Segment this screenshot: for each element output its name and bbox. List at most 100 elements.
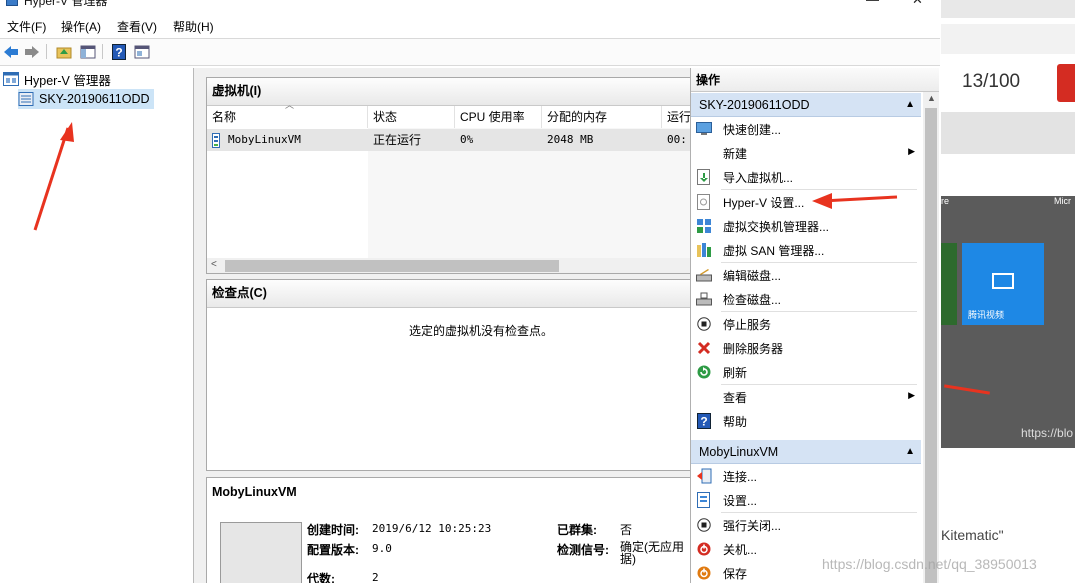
action-label: 强行关闭... — [723, 518, 782, 533]
action-label: 快速创建... — [723, 122, 782, 137]
action-connect[interactable]: 连接... — [691, 464, 921, 488]
action-quick-create[interactable]: 快速创建... — [691, 117, 921, 141]
action-view[interactable]: 查看 ▶ — [691, 385, 921, 409]
column-header-name[interactable]: 名称 — [207, 106, 368, 128]
field-value-clustered: 否 — [620, 523, 633, 537]
field-value-created: 2019/6/12 10:25:23 — [372, 522, 492, 535]
background-toolbar — [941, 24, 1075, 54]
action-vm-settings[interactable]: 设置... — [691, 488, 921, 512]
action-label: 虚拟交换机管理器... — [723, 219, 830, 234]
title-bar: Hyper-V 管理器 — ✕ — [0, 0, 940, 10]
details-panel-title: MobyLinuxVM — [207, 478, 691, 505]
vm-icon — [212, 133, 220, 148]
section-header-vm[interactable]: MobyLinuxVM ▲ — [691, 440, 921, 464]
import-icon — [697, 169, 710, 185]
column-header-state[interactable]: 状态 — [368, 106, 455, 128]
app-icon — [6, 0, 18, 6]
action-label: 关机... — [723, 542, 758, 557]
properties-icon[interactable] — [133, 43, 151, 60]
tree-server-node[interactable]: SKY-20190611ODD — [18, 89, 154, 109]
action-label: 设置... — [723, 493, 758, 508]
video-app-tile[interactable]: 腾讯视频 — [962, 243, 1044, 325]
horizontal-scrollbar[interactable]: < — [207, 258, 691, 273]
settings-page-icon — [697, 492, 710, 508]
field-label-created: 创建时间: — [307, 523, 359, 537]
action-label: 编辑磁盘... — [723, 268, 782, 283]
edit-disk-icon — [696, 269, 712, 282]
column-header-cpu[interactable]: CPU 使用率 — [455, 106, 542, 128]
svg-text:?: ? — [700, 415, 707, 429]
game-tile[interactable] — [941, 243, 957, 325]
red-button[interactable] — [1057, 64, 1075, 102]
hyperv-manager-icon — [3, 72, 19, 86]
virtual-machines-panel: 虚拟机(I) ︿ 名称 状态 CPU 使用率 分配的内存 运行 MobyLinu… — [206, 77, 692, 274]
field-value-heartbeat: 确定(无应用 据) — [620, 540, 684, 566]
action-label: 查看 — [723, 390, 748, 405]
tree-root[interactable]: Hyper-V 管理器 — [3, 69, 111, 89]
scrollbar-thumb[interactable] — [225, 260, 559, 272]
tile-label-2: Micr — [1054, 196, 1071, 206]
actions-vertical-scrollbar[interactable]: ▲ — [923, 92, 939, 583]
scroll-left-icon[interactable]: < — [211, 259, 217, 270]
url-fragment: https://blo — [1021, 426, 1074, 440]
background-browser-page: 13/100 re Micr 腾讯视频 https://blo Kitemati… — [941, 0, 1075, 583]
minimize-button[interactable]: — — [866, 0, 879, 7]
collapse-caret-icon[interactable]: ▲ — [905, 440, 915, 464]
action-stop-service[interactable]: 停止服务 — [691, 312, 921, 336]
vm-uptime: 00: — [667, 133, 687, 146]
action-label: 虚拟 SAN 管理器... — [723, 243, 825, 258]
vm-name: MobyLinuxVM — [228, 133, 301, 146]
menu-bar: 文件(F) 操作(A) 查看(V) 帮助(H) — [0, 14, 940, 38]
action-virtual-switch-manager[interactable]: 虚拟交换机管理器... — [691, 214, 921, 238]
menu-view[interactable]: 查看(V) — [116, 18, 158, 35]
menu-action[interactable]: 操作(A) — [60, 18, 102, 35]
help-icon: ? — [697, 413, 711, 429]
tree-root-label: Hyper-V 管理器 — [24, 73, 111, 88]
close-button[interactable]: ✕ — [912, 0, 923, 8]
column-header-memory[interactable]: 分配的内存 — [542, 106, 662, 128]
back-arrow-icon[interactable] — [2, 43, 20, 60]
action-label: 保存 — [723, 566, 748, 581]
action-turn-off[interactable]: 强行关闭... — [691, 513, 921, 537]
field-label-clustered: 已群集: — [557, 523, 597, 537]
background-gray-band — [941, 112, 1075, 154]
action-label: 导入虚拟机... — [723, 170, 794, 185]
forward-arrow-icon[interactable] — [23, 43, 41, 60]
vm-state: 正在运行 — [373, 133, 422, 147]
menu-help[interactable]: 帮助(H) — [172, 18, 215, 35]
action-edit-disk[interactable]: 编辑磁盘... — [691, 263, 921, 287]
action-import-vm[interactable]: 导入虚拟机... — [691, 165, 921, 189]
vm-thumbnail — [220, 522, 302, 583]
video-app-icon — [992, 273, 1014, 289]
hyperv-manager-window: Hyper-V 管理器 — ✕ 文件(F) 操作(A) 查看(V) 帮助(H) … — [0, 0, 940, 583]
action-refresh[interactable]: 刷新 — [691, 360, 921, 384]
actions-header: 操作 — [691, 68, 939, 92]
action-new[interactable]: 新建 ▶ — [691, 141, 921, 165]
menu-file[interactable]: 文件(F) — [6, 18, 47, 35]
action-label: 检查磁盘... — [723, 292, 782, 307]
vm-memory: 2048 MB — [547, 133, 594, 146]
action-virtual-san-manager[interactable]: 虚拟 SAN 管理器... — [691, 238, 921, 262]
action-remove-server[interactable]: 删除服务器 — [691, 336, 921, 360]
inspect-disk-icon — [696, 292, 712, 306]
action-hyperv-settings[interactable]: Hyper-V 设置... — [691, 190, 921, 214]
help-icon[interactable]: ? — [110, 43, 128, 60]
collapse-caret-icon[interactable]: ▲ — [905, 93, 915, 117]
action-help[interactable]: ? 帮助 — [691, 409, 921, 433]
delete-icon — [697, 341, 711, 355]
column-header-uptime[interactable]: 运行 — [662, 106, 691, 128]
action-label: 停止服务 — [723, 317, 772, 332]
switch-icon — [697, 219, 711, 233]
action-label: 刷新 — [723, 365, 748, 380]
show-hide-tree-icon[interactable] — [79, 43, 97, 60]
up-folder-icon[interactable] — [55, 43, 73, 60]
scrollbar-thumb[interactable] — [925, 108, 937, 583]
scroll-up-icon[interactable]: ▲ — [927, 93, 936, 103]
no-checkpoints-message: 选定的虚拟机没有检查点。 — [409, 324, 554, 338]
tile-label-1: re — [941, 196, 950, 206]
turn-off-icon — [697, 518, 711, 532]
section-header-server-label: SKY-20190611ODD — [699, 98, 810, 112]
action-inspect-disk[interactable]: 检查磁盘... — [691, 287, 921, 311]
section-header-server[interactable]: SKY-20190611ODD ▲ — [691, 93, 921, 117]
video-app-label: 腾讯视频 — [968, 310, 1005, 320]
